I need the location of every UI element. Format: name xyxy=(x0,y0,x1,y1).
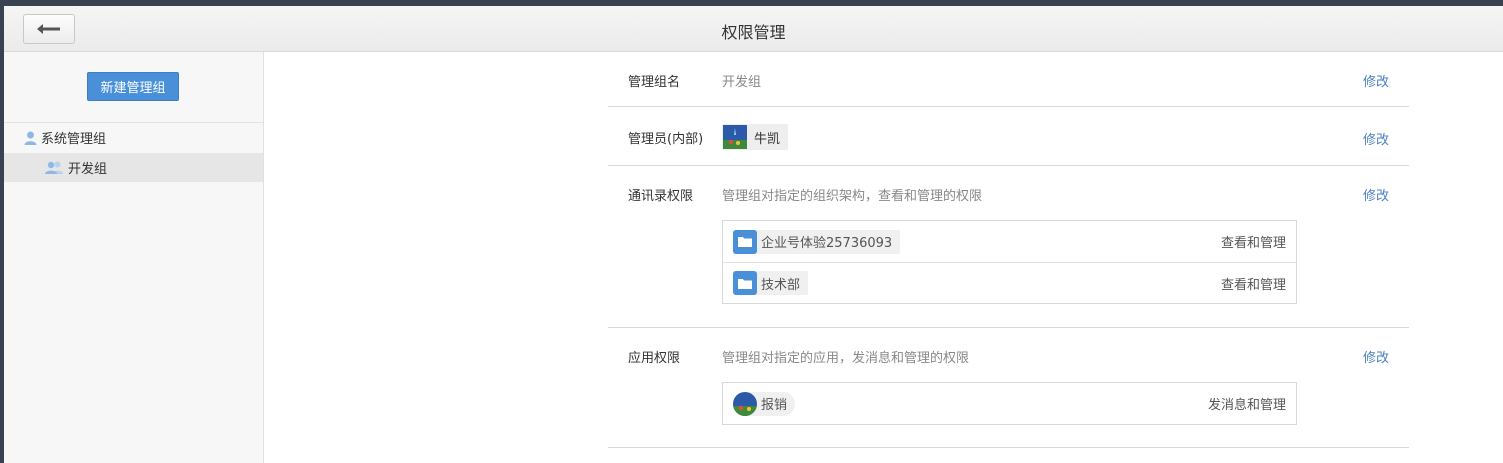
edit-admins-link[interactable]: 修改 xyxy=(1363,129,1389,148)
group-detail: 管理组名 开发组 修改 管理员(内部) 牛凯 修改 通讯录权限 管理组对指定的组… xyxy=(608,52,1409,448)
top-bar: 权限管理 xyxy=(4,6,1503,52)
app-name: 报销 xyxy=(761,398,788,413)
group-name-value: 开发组 xyxy=(722,75,762,90)
user-icon xyxy=(24,131,37,145)
sidebar: 新建管理组 系统管理组 开发组 xyxy=(4,52,264,463)
folder-icon xyxy=(733,271,757,295)
app-tag: 报销 xyxy=(733,391,796,416)
page-title: 权限管理 xyxy=(721,23,786,42)
app-permission-row: 应用权限 管理组对指定的应用，发消息和管理的权限 修改 报销 发消息和管理 xyxy=(608,328,1409,448)
app-window: 权限管理 新建管理组 系统管理组 开发组 管理组名 开发组 修改 管理员(内部)… xyxy=(4,6,1503,463)
new-group-button[interactable]: 新建管理组 xyxy=(87,72,179,101)
tree-item-dev-group[interactable]: 开发组 xyxy=(4,153,263,182)
edit-app-permission-link[interactable]: 修改 xyxy=(1363,347,1389,366)
list-item: 技术部 查看和管理 xyxy=(723,262,1296,303)
folder-icon xyxy=(733,229,757,254)
org-name: 企业号体验25736093 xyxy=(761,236,893,251)
list-item: 报销 发消息和管理 xyxy=(723,383,1296,424)
contacts-permission-label: 通讯录权限 xyxy=(628,189,694,204)
org-permission: 查看和管理 xyxy=(1220,278,1286,293)
tree-item-label: 系统管理组 xyxy=(41,132,107,147)
tree-item-label: 开发组 xyxy=(68,162,108,177)
group-name-row: 管理组名 开发组 修改 xyxy=(608,52,1409,107)
app-permission-list: 报销 发消息和管理 xyxy=(722,382,1297,425)
admin-name: 牛凯 xyxy=(754,131,781,147)
contacts-permission-row: 通讯录权限 管理组对指定的组织架构，查看和管理的权限 修改 企业号体验25736… xyxy=(608,166,1409,328)
org-permission: 查看和管理 xyxy=(1220,236,1286,251)
admins-label: 管理员(内部) xyxy=(628,132,704,147)
group-name-label: 管理组名 xyxy=(628,75,681,90)
admins-row: 管理员(内部) 牛凯 修改 xyxy=(608,107,1409,166)
app-permission-desc: 管理组对指定的应用，发消息和管理的权限 xyxy=(722,351,970,366)
app-permission-label: 应用权限 xyxy=(628,351,681,366)
edit-contacts-permission-link[interactable]: 修改 xyxy=(1363,185,1389,204)
contacts-permission-list: 企业号体验25736093 查看和管理 技术部 查看和管理 xyxy=(722,220,1297,304)
app-permission: 发消息和管理 xyxy=(1207,398,1286,413)
list-item: 企业号体验25736093 查看和管理 xyxy=(723,221,1296,262)
edit-group-name-link[interactable]: 修改 xyxy=(1363,71,1389,90)
org-name: 技术部 xyxy=(761,277,801,293)
contacts-permission-desc: 管理组对指定的组织架构，查看和管理的权限 xyxy=(722,189,983,204)
avatar xyxy=(723,125,747,149)
tree-item-system-group[interactable]: 系统管理组 xyxy=(4,123,263,152)
app-avatar-icon xyxy=(733,391,757,416)
admin-chip: 牛凯 xyxy=(722,124,789,150)
org-tag: 技术部 xyxy=(733,271,809,295)
users-icon xyxy=(45,161,64,174)
org-tag: 企业号体验25736093 xyxy=(733,229,901,254)
